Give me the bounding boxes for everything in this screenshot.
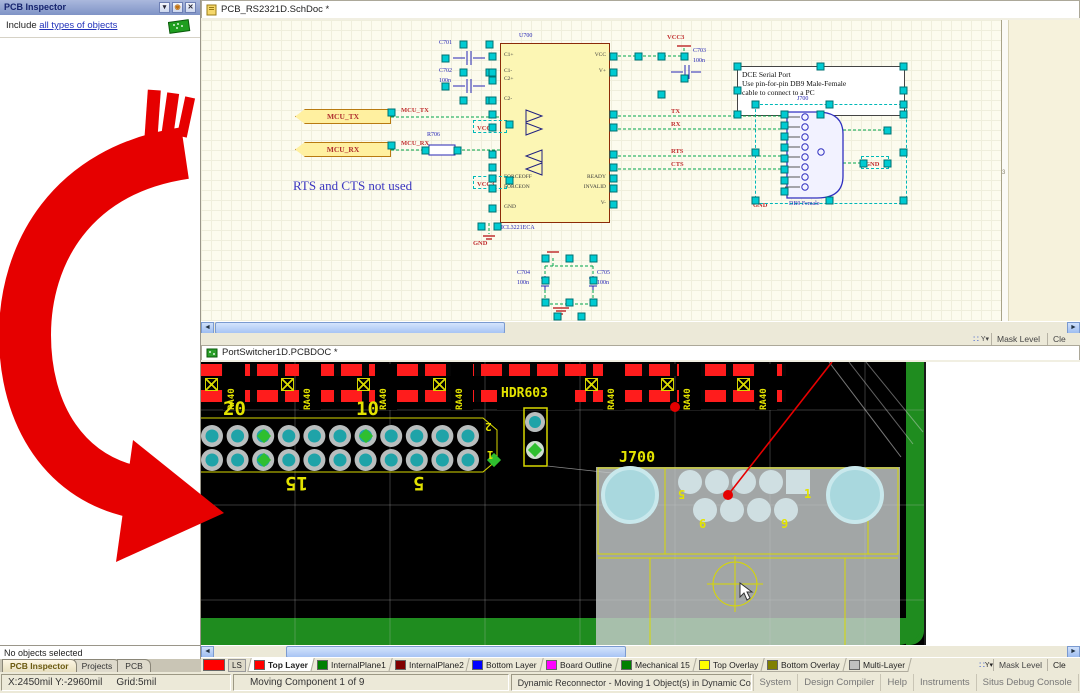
db9-pad-number: 9 xyxy=(781,517,788,531)
power-symbols xyxy=(483,46,691,314)
left-panel-tabs: PCB Inspector Projects PCB xyxy=(0,659,201,672)
status-bar: X:2450mil Y:-2960mil Grid:5mil Moving Co… xyxy=(0,672,1080,693)
ic-buffers xyxy=(526,110,542,175)
cursor-position: X:2450mil Y:-2960mil xyxy=(8,677,102,688)
clear-button[interactable]: Cle xyxy=(1047,659,1080,671)
mode-message-cell: Dynamic Reconnector - Moving 1 Object(s)… xyxy=(511,674,752,691)
hdr603-footprint xyxy=(524,408,621,474)
layer-tab-board-outline[interactable]: Board Outline xyxy=(539,658,618,672)
jump-dots-icon[interactable]: ∷ xyxy=(973,334,979,345)
mode-message: Dynamic Reconnector - Moving 1 Object(s)… xyxy=(518,678,752,688)
layer-tab-bottom-layer[interactable]: Bottom Layer xyxy=(466,658,544,672)
application-window: PCB Inspector ▾ ◉ ✕ Include all types of… xyxy=(0,0,1080,693)
filter-icon[interactable]: Y▾ xyxy=(981,335,989,343)
cursor-position-cell: X:2450mil Y:-2960mil Grid:5mil xyxy=(1,674,231,691)
panel-title: PCB Inspector xyxy=(4,2,66,12)
db9-pad-number: 6 xyxy=(699,517,706,531)
workspace-white-area xyxy=(924,362,1080,645)
clear-button[interactable]: Cle xyxy=(1047,333,1080,345)
layer-tab-bar: LS Top Layer InternalPlane1 InternalPlan… xyxy=(201,657,1080,672)
status-message-cell: Moving Component 1 of 9 xyxy=(233,674,509,691)
resistor-symbol xyxy=(429,145,455,155)
schematic-editor-section: PCB_RS2321D.SchDoc * 3 C1+ C1- C2+ C2- F… xyxy=(201,0,1080,345)
silkscreen-j700-label: J700 xyxy=(619,448,655,466)
filter-icon[interactable]: Y▾ xyxy=(985,661,993,669)
design-compiler-panel-button[interactable]: Design Compiler xyxy=(797,674,880,691)
situs-debug-console-panel-button[interactable]: Situs Debug Console xyxy=(976,674,1078,691)
silkscreen-number: 10 xyxy=(356,398,379,420)
layer-tab-internalplane2[interactable]: InternalPlane2 xyxy=(388,658,470,672)
pcb-canvas[interactable]: RA40 RA40 RA40 RA40 RA40 RA40 RA40 HDR60… xyxy=(201,362,1080,645)
panel-titlebar[interactable]: PCB Inspector ▾ ◉ ✕ xyxy=(0,0,200,15)
layer-tab-label: InternalPlane1 xyxy=(331,660,386,670)
current-layer-swatch[interactable] xyxy=(203,659,225,671)
instruments-panel-button[interactable]: Instruments xyxy=(913,674,976,691)
layer-tab-label: Bottom Overlay xyxy=(781,660,840,670)
help-panel-button[interactable]: Help xyxy=(880,674,913,691)
panel-pin-icon[interactable]: ◉ xyxy=(172,2,183,13)
layer-tab-label: Top Layer xyxy=(268,660,308,670)
db9-symbol[interactable] xyxy=(785,112,843,198)
schematic-canvas[interactable]: 3 C1+ C1- C2+ C2- FORCEOFF FORCEON GND V… xyxy=(201,20,1080,321)
red-annotation-arrow xyxy=(0,85,240,651)
layer-tab-label: Bottom Layer xyxy=(487,660,538,670)
db9-pad-number: 5 xyxy=(678,487,685,501)
layer-tab-multi-layer[interactable]: Multi-Layer xyxy=(842,658,912,672)
layer-tab-internalplane1[interactable]: InternalPlane1 xyxy=(310,658,392,672)
schematic-tab-label: PCB_RS2321D.SchDoc * xyxy=(221,1,329,18)
layer-tab-mechanical15[interactable]: Mechanical 15 xyxy=(614,658,696,672)
ls-button[interactable]: LS xyxy=(228,659,246,672)
status-message: Moving Component 1 of 9 xyxy=(240,677,365,688)
schematic-tabbar: PCB_RS2321D.SchDoc * xyxy=(201,0,1080,21)
include-types-link[interactable]: all types of objects xyxy=(39,20,117,31)
db9-pad-number: 1 xyxy=(804,487,811,501)
tab-pcb[interactable]: PCB xyxy=(117,659,150,672)
layer-tab-top-overlay[interactable]: Top Overlay xyxy=(692,658,765,672)
schematic-doc-tab[interactable]: PCB_RS2321D.SchDoc * xyxy=(201,0,1080,18)
layer-tab-label: Top Overlay xyxy=(713,660,758,670)
layer-tab-label: InternalPlane2 xyxy=(409,660,464,670)
header-connector xyxy=(201,418,501,472)
schematic-drawing xyxy=(201,20,1080,321)
schematic-mask-row: ∷ Y▾ Mask Level Cle xyxy=(201,333,1080,345)
pcb-tabbar: PortSwitcher1D.PCBDOC * xyxy=(201,345,1080,363)
panel-menu-icon[interactable]: ▾ xyxy=(159,2,170,13)
schematic-doc-icon xyxy=(206,4,217,16)
mask-level-button[interactable]: Mask Level xyxy=(991,333,1045,345)
silkscreen-number: 1 xyxy=(487,448,494,461)
j700-ghost-footprint[interactable] xyxy=(596,467,900,645)
silkscreen-number: 5 xyxy=(413,472,424,494)
layer-tab-label: Board Outline xyxy=(560,660,612,670)
layer-tab-bottom-overlay[interactable]: Bottom Overlay xyxy=(760,658,846,672)
inspector-include-row: Include all types of objects xyxy=(0,15,200,38)
close-icon[interactable]: ✕ xyxy=(185,2,196,13)
layer-tab-label: Multi-Layer xyxy=(863,660,905,670)
system-panel-button[interactable]: System xyxy=(753,674,798,691)
panel-buttons: System Design Compiler Help Instruments … xyxy=(753,672,1080,693)
include-label: Include xyxy=(0,20,37,31)
silkscreen-number: 15 xyxy=(285,472,308,494)
tab-pcb-inspector[interactable]: PCB Inspector xyxy=(2,659,77,672)
silkscreen-number: 2 xyxy=(485,420,492,433)
grid-setting: Grid:5mil xyxy=(116,677,156,688)
layer-tab-top-layer[interactable]: Top Layer xyxy=(247,658,314,672)
pcb-doc-tab[interactable]: PortSwitcher1D.PCBDOC * xyxy=(201,345,1080,360)
tab-projects[interactable]: Projects xyxy=(74,659,121,672)
mask-level-button[interactable]: Mask Level xyxy=(993,659,1047,671)
pcb-chip-icon xyxy=(168,19,192,34)
pcb-editor-section: PortSwitcher1D.PCBDOC * xyxy=(201,345,1080,672)
layer-tab-label: Mechanical 15 xyxy=(635,660,690,670)
